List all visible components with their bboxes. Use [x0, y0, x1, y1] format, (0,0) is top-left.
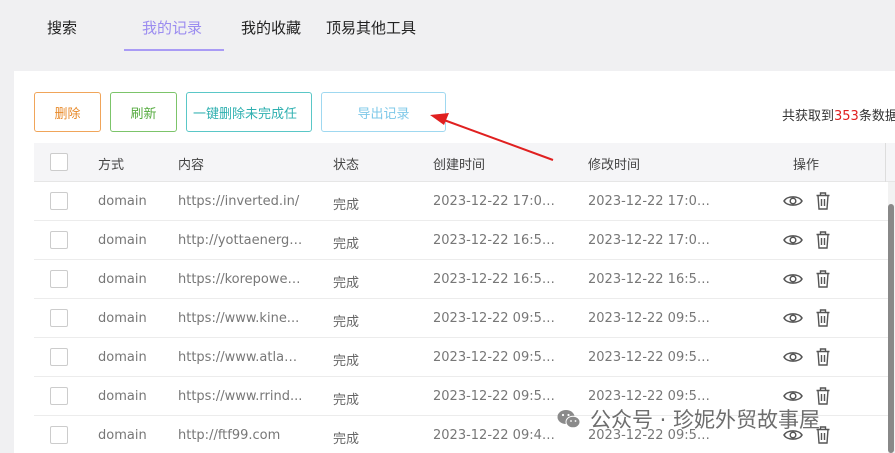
- record-count-prefix: 共获取到: [782, 109, 835, 124]
- tab-my-records[interactable]: 我的记录: [142, 17, 202, 38]
- row-checkbox[interactable]: [50, 426, 68, 444]
- cell-method: domain: [98, 194, 147, 209]
- cell-modified: 2023-12-22 09:51:...: [588, 350, 716, 365]
- cell-created: 2023-12-22 16:56:...: [433, 272, 561, 287]
- cell-created: 2023-12-22 09:51:...: [433, 350, 561, 365]
- cell-method: domain: [98, 233, 147, 248]
- header-status: 状态: [333, 158, 360, 173]
- cell-status: 完成: [333, 198, 360, 213]
- cell-modified: 2023-12-22 16:57:...: [588, 272, 716, 287]
- cell-status: 完成: [333, 276, 360, 291]
- cell-status: 完成: [333, 393, 360, 408]
- table-row: domain https://www.atlas... 完成 2023-12-2…: [34, 338, 895, 377]
- cell-modified: 2023-12-22 09:52:...: [588, 311, 716, 326]
- watermark-text: 公众号 · 珍妮外贸故事屋: [590, 408, 821, 432]
- tab-my-favorites[interactable]: 我的收藏: [241, 17, 301, 38]
- tab-other-tools[interactable]: 顶易其他工具: [326, 17, 416, 38]
- cell-method: domain: [98, 311, 147, 326]
- header-modified: 修改时间: [588, 158, 641, 173]
- view-icon[interactable]: [783, 388, 803, 404]
- cell-status: 完成: [333, 354, 360, 369]
- view-icon[interactable]: [783, 310, 803, 326]
- cell-created: 2023-12-22 09:49:...: [433, 428, 561, 443]
- table-row: domain https://inverted.in/ 完成 2023-12-2…: [34, 182, 895, 221]
- select-all-checkbox[interactable]: [50, 153, 68, 171]
- trash-icon[interactable]: [815, 191, 831, 211]
- refresh-button[interactable]: 刷新: [110, 92, 177, 132]
- export-records-button[interactable]: 导出记录: [321, 92, 446, 132]
- cell-status: 完成: [333, 432, 360, 447]
- cell-method: domain: [98, 350, 147, 365]
- cell-method: domain: [98, 389, 147, 404]
- header-divider: [885, 143, 886, 182]
- table-row: domain https://korepower.... 完成 2023-12-…: [34, 260, 895, 299]
- table-header: 方式 内容 状态 创建时间 修改时间 操作: [34, 143, 895, 182]
- row-checkbox[interactable]: [50, 192, 68, 210]
- record-count: 共获取到353条数据: [782, 105, 895, 124]
- trash-icon[interactable]: [815, 230, 831, 250]
- header-content: 内容: [178, 158, 205, 173]
- cell-method: domain: [98, 272, 147, 287]
- cell-content: http://yottaenergy...: [178, 233, 303, 248]
- watermark: 公众号 · 珍妮外贸故事屋: [556, 404, 886, 434]
- cell-created: 2023-12-22 09:50:...: [433, 389, 561, 404]
- cell-content: https://inverted.in/: [178, 194, 300, 209]
- row-checkbox[interactable]: [50, 231, 68, 249]
- cell-method: domain: [98, 428, 147, 443]
- tab-bar: 搜索 我的记录 我的收藏 顶易其他工具: [0, 0, 895, 60]
- view-icon[interactable]: [783, 271, 803, 287]
- view-icon[interactable]: [783, 232, 803, 248]
- cell-modified: 2023-12-22 09:50:...: [588, 389, 716, 404]
- bulk-delete-incomplete-button[interactable]: 一键删除未完成任: [186, 92, 312, 132]
- row-checkbox[interactable]: [50, 348, 68, 366]
- cell-content: https://korepower....: [178, 272, 303, 287]
- row-checkbox[interactable]: [50, 270, 68, 288]
- active-tab-indicator: [124, 49, 224, 51]
- header-actions: 操作: [793, 158, 820, 173]
- row-checkbox[interactable]: [50, 387, 68, 405]
- trash-icon[interactable]: [815, 269, 831, 289]
- cell-created: 2023-12-22 16:59:...: [433, 233, 561, 248]
- cell-content: https://www.kine...: [178, 311, 300, 326]
- cell-content: https://www.atlas...: [178, 350, 303, 365]
- trash-icon[interactable]: [815, 308, 831, 328]
- table-row: domain https://www.kine... 完成 2023-12-22…: [34, 299, 895, 338]
- wechat-icon: [557, 410, 581, 429]
- cell-status: 完成: [333, 237, 360, 252]
- scrollbar-thumb[interactable]: [888, 204, 894, 453]
- view-icon[interactable]: [783, 349, 803, 365]
- row-checkbox[interactable]: [50, 309, 68, 327]
- cell-content: https://www.rrind...: [178, 389, 303, 404]
- trash-icon[interactable]: [815, 347, 831, 367]
- cell-created: 2023-12-22 17:07:...: [433, 194, 561, 209]
- trash-icon[interactable]: [815, 386, 831, 406]
- tab-search[interactable]: 搜索: [47, 17, 77, 38]
- table-scrollbar[interactable]: [888, 182, 895, 453]
- delete-button[interactable]: 删除: [34, 92, 101, 132]
- cell-modified: 2023-12-22 17:00:...: [588, 233, 716, 248]
- cell-content: http://ftf99.com: [178, 428, 281, 443]
- header-created: 创建时间: [433, 158, 486, 173]
- table-row: domain http://yottaenergy... 完成 2023-12-…: [34, 221, 895, 260]
- record-count-suffix: 条数据: [858, 109, 895, 124]
- cell-modified: 2023-12-22 17:09:...: [588, 194, 716, 209]
- cell-created: 2023-12-22 09:51:...: [433, 311, 561, 326]
- view-icon[interactable]: [783, 193, 803, 209]
- record-count-number: 353: [834, 109, 859, 124]
- cell-status: 完成: [333, 315, 360, 330]
- header-method: 方式: [98, 158, 125, 173]
